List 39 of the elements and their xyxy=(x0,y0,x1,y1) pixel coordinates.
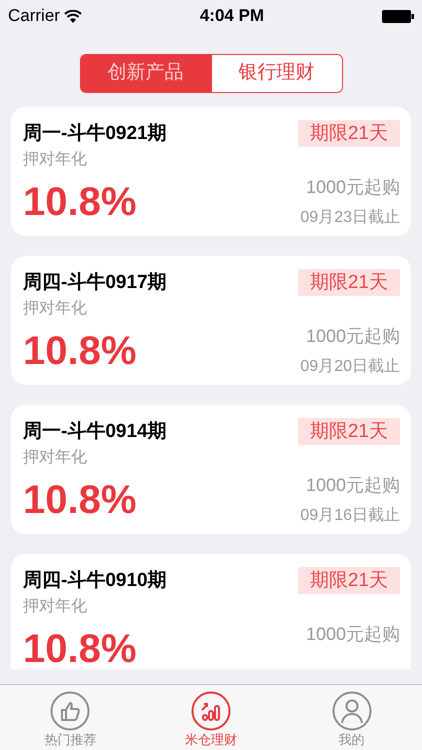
term-badge: 期限21天 xyxy=(298,120,400,147)
carrier-name: Carrier xyxy=(8,5,60,28)
minimum-amount: 1000元起购 xyxy=(306,474,400,497)
deadline-date: 09月16日截止 xyxy=(300,506,400,526)
rate-value: 10.8% xyxy=(23,479,138,521)
minimum-amount: 1000元起购 xyxy=(306,176,400,199)
deadline-date: 09月20日截止 xyxy=(300,356,400,377)
bar-chart-icon xyxy=(191,691,231,731)
product-card[interactable]: 周四-斗牛0910期 押对年化 10.8% 期限21天 1000元起购 xyxy=(11,554,411,669)
term-badge: 期限21天 xyxy=(298,269,400,296)
person-icon xyxy=(332,691,372,731)
battery-icon xyxy=(382,10,414,22)
deadline-date: 09月23日截止 xyxy=(300,208,400,228)
product-title: 周一-斗牛0921期 xyxy=(23,122,167,146)
product-title: 周四-斗牛0910期 xyxy=(23,569,167,593)
product-title: 周四-斗牛0917期 xyxy=(23,271,167,295)
tab-bar-item[interactable]: 米仓理财 xyxy=(140,685,282,750)
product-title: 周一-斗牛0914期 xyxy=(23,420,167,444)
rate-label: 押对年化 xyxy=(23,298,88,319)
rate-label: 押对年化 xyxy=(23,596,88,617)
rate-label: 押对年化 xyxy=(23,448,88,468)
product-card[interactable]: 周四-斗牛0917期 押对年化 10.8% 期限21天 1000元起购 09月20日截止 xyxy=(11,256,411,385)
minimum-amount: 1000元起购 xyxy=(306,325,400,348)
status-time: 4:04 PM xyxy=(200,5,264,28)
tab-bar-item[interactable]: 热门推荐 xyxy=(0,685,141,750)
term-badge: 期限21天 xyxy=(298,418,400,445)
rate-value: 10.8% xyxy=(23,181,138,223)
wifi-icon xyxy=(64,10,82,22)
segment-tab[interactable]: 银行理财 xyxy=(210,55,342,92)
thumbs-up-icon xyxy=(50,691,90,731)
rate-label: 押对年化 xyxy=(23,150,88,170)
segment-tab[interactable]: 创新产品 xyxy=(80,55,210,92)
product-card[interactable]: 周一-斗牛0914期 押对年化 10.8% 期限21天 1000元起购 09月16日截止 xyxy=(11,405,411,534)
product-card[interactable]: 周一-斗牛0921期 押对年化 10.8% 期限21天 1000元起购 09月23日截止 xyxy=(11,107,411,236)
rate-value: 10.8% xyxy=(23,628,138,669)
rate-value: 10.8% xyxy=(23,330,138,372)
term-badge: 期限21天 xyxy=(298,567,400,594)
minimum-amount: 1000元起购 xyxy=(306,623,400,646)
tab-bar-item[interactable]: 我的 xyxy=(281,685,422,750)
